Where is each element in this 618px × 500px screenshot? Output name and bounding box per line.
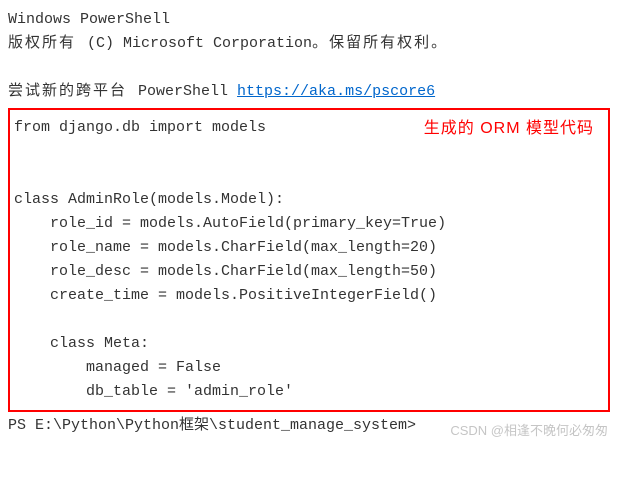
ps-title: Windows PowerShell	[8, 8, 610, 32]
copyright-mid: (C) Microsoft Corporation	[87, 35, 312, 52]
pscore-link[interactable]: https://aka.ms/pscore6	[237, 83, 435, 100]
orm-code-box: 生成的 ORM 模型代码 from django.db import model…	[8, 108, 610, 412]
code-meta-dbtable: db_table = 'admin_role'	[14, 380, 600, 404]
ps-prompt[interactable]: PS E:\Python\Python框架\student_manage_sys…	[8, 414, 610, 438]
blank-line	[14, 140, 600, 164]
code-class-def: class AdminRole(models.Model):	[14, 188, 600, 212]
ps-copyright: 版权所有 (C) Microsoft Corporation。保留所有权利。	[8, 32, 610, 56]
try-mid: PowerShell	[138, 83, 237, 100]
copyright-pre: 版权所有	[8, 35, 87, 52]
code-field-roledesc: role_desc = models.CharField(max_length=…	[14, 260, 600, 284]
blank-line	[14, 164, 600, 188]
blank-line	[8, 56, 610, 80]
try-pre: 尝试新的跨平台	[8, 83, 138, 100]
code-field-createtime: create_time = models.PositiveIntegerFiel…	[14, 284, 600, 308]
code-meta-managed: managed = False	[14, 356, 600, 380]
code-annotation: 生成的 ORM 模型代码	[424, 116, 594, 142]
blank-line	[14, 308, 600, 332]
copyright-post: 。保留所有权利。	[312, 35, 448, 52]
code-field-roleid: role_id = models.AutoField(primary_key=T…	[14, 212, 600, 236]
ps-try-line: 尝试新的跨平台 PowerShell https://aka.ms/pscore…	[8, 80, 610, 104]
code-field-rolename: role_name = models.CharField(max_length=…	[14, 236, 600, 260]
code-meta-class: class Meta:	[14, 332, 600, 356]
